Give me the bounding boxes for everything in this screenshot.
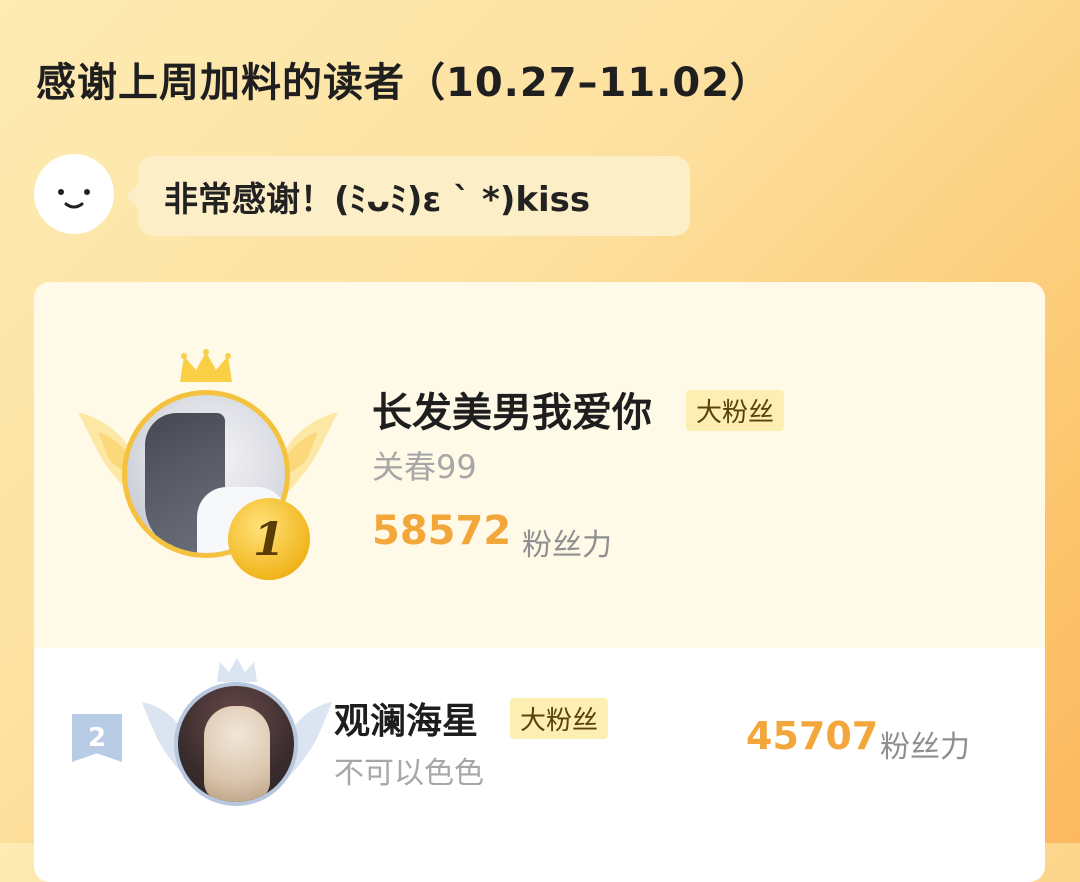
avatar[interactable] — [174, 682, 298, 806]
fan-power-score: 45707 — [746, 714, 879, 758]
user-name[interactable]: 长发美男我爱你 — [372, 380, 652, 438]
page-title: 感谢上周加料的读者（10.27–11.02） — [36, 60, 772, 106]
leaderboard-row-rank-2[interactable]: 2 观澜海星 大粉丝 不可以色色 45707 粉丝力 — [34, 648, 1045, 882]
leaderboard-card: 1 长发美男我爱你 大粉丝 关春99 58572 粉丝力 2 观澜海星 大粉丝 … — [34, 282, 1045, 882]
fan-power-unit: 粉丝力 — [880, 730, 970, 765]
thanks-message-bubble: 非常感谢！(ﾐᴗﾐ)ε ` *)kiss — [126, 156, 690, 236]
thanks-message-text: 非常感谢！(ﾐᴗﾐ)ε ` *)kiss — [164, 179, 591, 220]
bubble-tail — [126, 184, 138, 208]
user-name[interactable]: 观澜海星 — [334, 692, 478, 744]
fan-level-badge: 大粉丝 — [686, 390, 785, 431]
avatar-cat-photo — [204, 706, 270, 802]
fan-power-score: 58572 — [372, 508, 512, 554]
leaderboard-row-rank-1[interactable]: 1 长发美男我爱你 大粉丝 关春99 58572 粉丝力 — [34, 282, 1045, 648]
user-subtitle: 不可以色色 — [334, 756, 484, 791]
rank-flag-icon: 2 — [72, 714, 122, 762]
gold-medal-icon: 1 — [228, 498, 310, 580]
crown-icon — [180, 349, 232, 382]
fan-level-badge: 大粉丝 — [510, 698, 609, 739]
smiley-face-icon — [34, 154, 114, 234]
fan-power-unit: 粉丝力 — [522, 528, 612, 563]
user-subtitle: 关春99 — [372, 448, 477, 486]
